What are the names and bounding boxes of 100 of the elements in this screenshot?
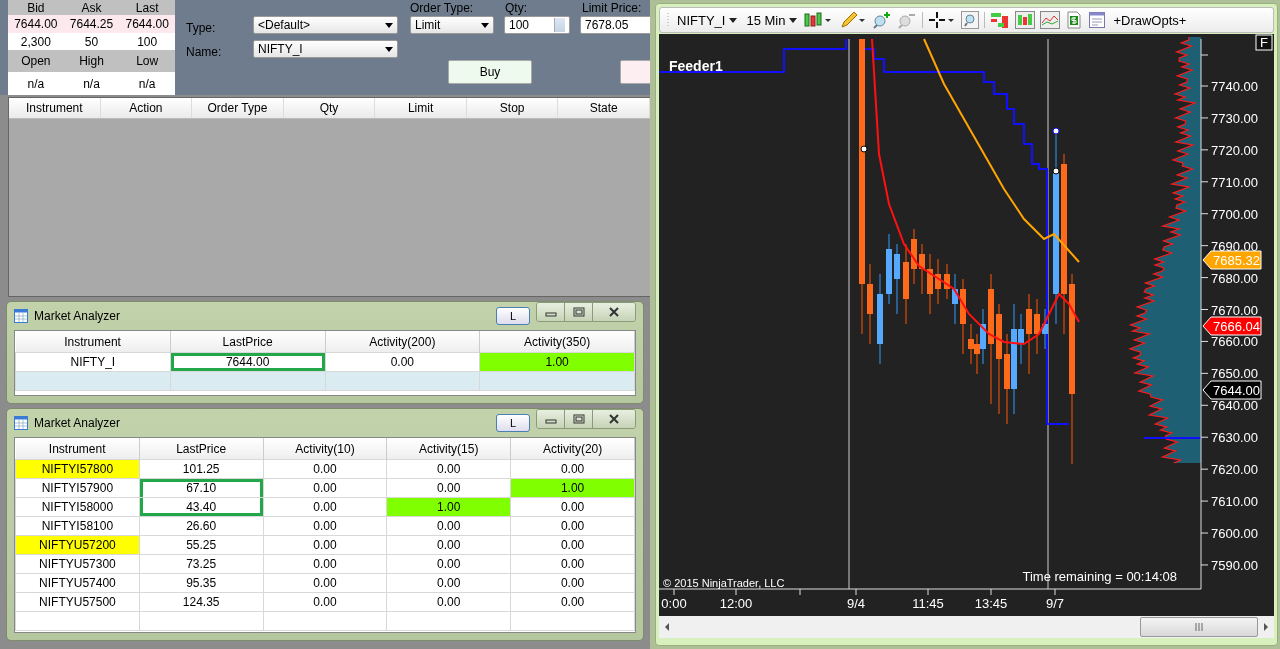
table-cell: 0.00 <box>263 535 387 555</box>
table-cell: 0.00 <box>510 497 635 517</box>
table-cell: 0.00 <box>386 573 511 593</box>
price-label: 7710.00 <box>1211 174 1258 190</box>
table-cell: 0.00 <box>386 554 511 574</box>
table-cell: 55.25 <box>139 535 264 555</box>
line-chart-icon[interactable] <box>1040 11 1061 29</box>
bars-icon[interactable] <box>990 11 1011 29</box>
price-marker: 7685.32 <box>1202 250 1262 270</box>
table-cell: 26.60 <box>139 516 264 536</box>
name-dropdown[interactable]: NIFTY_I <box>253 40 398 58</box>
quote-value: 7644.25 <box>68 17 115 31</box>
window-icon[interactable] <box>1088 11 1107 29</box>
maximize-button[interactable] <box>565 303 593 321</box>
price-label: 7590.00 <box>1211 557 1258 573</box>
link-button[interactable]: L <box>496 414 530 432</box>
price-label: 7740.00 <box>1211 79 1258 94</box>
draw-options-button[interactable]: +DrawOpts+ <box>1111 12 1189 28</box>
column-header: Order Type <box>192 98 284 118</box>
table-cell: 7644.00 <box>170 352 325 372</box>
quote-value: 2,300 <box>19 34 52 49</box>
buy-button[interactable]: Buy <box>448 60 532 84</box>
dollar-document-icon[interactable] <box>1065 11 1084 29</box>
sell-button[interactable] <box>620 60 650 84</box>
time-label: 9/7 <box>1045 596 1065 611</box>
zoom-out-icon[interactable] <box>897 11 918 29</box>
dropdown-arrow-icon <box>481 22 489 28</box>
column-header: Activity(15) <box>386 438 511 460</box>
qty-field[interactable]: 100 <box>504 16 570 34</box>
candle <box>1042 308 1048 350</box>
column-header: Instrument <box>15 438 140 460</box>
table-cell: NIFTYU57300 <box>15 554 140 574</box>
order-type-dropdown[interactable]: Limit <box>410 16 494 34</box>
link-button[interactable]: L <box>496 307 530 325</box>
scroll-thumb[interactable] <box>1140 617 1258 637</box>
close-button[interactable] <box>593 410 635 428</box>
price-label: 7660.00 <box>1211 334 1258 350</box>
column-header: Activity(350) <box>479 331 635 353</box>
candle <box>911 228 917 285</box>
grid-icon <box>14 416 28 430</box>
point-marker <box>860 145 868 153</box>
candles-icon[interactable] <box>1015 11 1036 29</box>
price-label: 7600.00 <box>1211 526 1258 541</box>
maximize-button[interactable] <box>565 410 593 428</box>
price-marker: 7666.04 <box>1202 316 1262 336</box>
horizontal-scrollbar[interactable] <box>659 616 1274 638</box>
f-button[interactable]: F <box>1255 34 1273 51</box>
candle <box>935 258 941 305</box>
table-cell: 0.00 <box>263 554 387 574</box>
close-button[interactable] <box>593 303 635 321</box>
limit-price-field[interactable]: 7678.05 <box>580 16 650 34</box>
table-cell: 0.00 <box>510 573 635 593</box>
time-label: 11:45 <box>912 596 944 611</box>
price-label: 7630.00 <box>1211 430 1258 446</box>
interval-dropdown[interactable]: 15 Min <box>744 12 800 28</box>
candle <box>927 253 933 315</box>
minimize-button[interactable] <box>537 303 565 321</box>
column-header: Last <box>134 0 160 15</box>
minimize-button[interactable] <box>537 410 565 428</box>
window-title: Market Analyzer <box>34 309 121 323</box>
column-header: Instrument <box>15 331 171 353</box>
price-label: 7720.00 <box>1211 142 1258 158</box>
table-cell: 0.00 <box>386 516 511 536</box>
field-label: Limit Price: <box>582 1 642 15</box>
table-cell: 0.00 <box>325 352 480 372</box>
field-label: Name: <box>186 45 222 59</box>
table-cell: 0.00 <box>510 459 635 479</box>
price-label: 7730.00 <box>1211 110 1258 126</box>
grip-icon <box>1195 623 1203 631</box>
quote-value: n/a <box>26 76 46 91</box>
column-header: High <box>78 54 105 68</box>
scroll-right-icon[interactable] <box>1262 622 1270 632</box>
time-label: 12:00 <box>719 596 753 611</box>
pencil-icon[interactable] <box>839 11 868 29</box>
crosshair-icon[interactable] <box>928 11 957 29</box>
point-marker <box>1052 127 1060 135</box>
candle <box>886 233 892 305</box>
zoom-in-icon[interactable] <box>872 11 893 29</box>
window-title: Market Analyzer <box>34 416 121 430</box>
price-label: 7610.00 <box>1211 494 1258 510</box>
table-cell: 0.00 <box>510 554 635 574</box>
table-cell: 0.00 <box>263 573 387 593</box>
table-cell: NIFTYI58100 <box>15 516 140 536</box>
time-label: 9/4 <box>846 596 866 611</box>
instrument-dropdown[interactable]: NIFTY_I <box>675 12 740 28</box>
quote-value: 100 <box>136 34 159 49</box>
column-header: Activity(10) <box>263 438 387 460</box>
table-cell: 0.00 <box>510 516 635 536</box>
quote-value: n/a <box>137 76 157 91</box>
table-cell: 0.00 <box>263 592 387 612</box>
spinner-icon[interactable] <box>554 18 565 32</box>
scroll-left-icon[interactable] <box>663 622 671 632</box>
price-label: 7680.00 <box>1211 270 1258 286</box>
field-label: Order Type: <box>410 1 474 15</box>
table-cell: 0.00 <box>386 459 511 479</box>
table-cell: NIFTYI58000 <box>15 497 140 517</box>
zoom-box-icon[interactable] <box>961 11 980 29</box>
caret-icon <box>789 17 798 23</box>
copyright-text: © 2015 NinjaTrader, LLC <box>663 577 785 589</box>
type-dropdown[interactable]: <Default> <box>253 16 398 34</box>
